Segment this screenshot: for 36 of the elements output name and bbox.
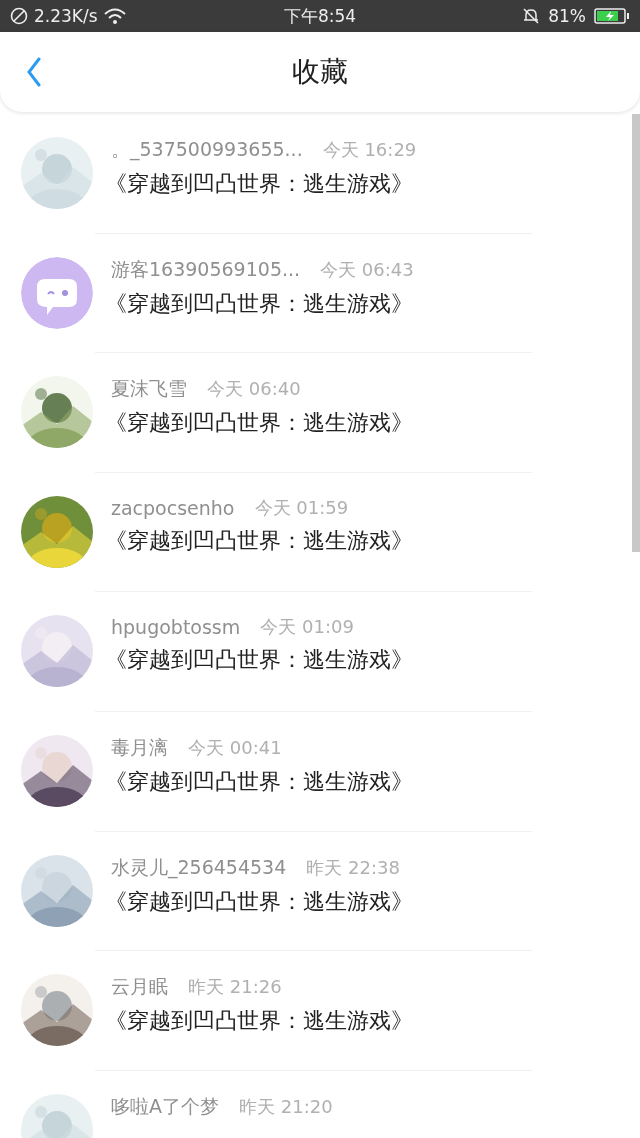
timestamp: 今天 06:43 xyxy=(320,257,414,282)
timestamp: 昨天 21:20 xyxy=(239,1094,333,1119)
book-title: 《穿越到凹凸世界：逃生游戏》 xyxy=(105,289,414,318)
book-title: 《穿越到凹凸世界：逃生游戏》 xyxy=(105,646,413,675)
book-title: 《穿越到凹凸世界：逃生游戏》 xyxy=(105,1007,413,1036)
timestamp: 今天 06:40 xyxy=(207,377,301,402)
user-name: hpugobtossm xyxy=(111,616,241,639)
timestamp: 今天 00:41 xyxy=(188,735,282,760)
bell-muted-icon xyxy=(522,7,541,25)
user-name: 。_537500993655... xyxy=(111,137,303,163)
book-title: 《穿越到凹凸世界：逃生游戏》 xyxy=(105,887,413,916)
book-title: 《穿越到凹凸世界：逃生游戏》 xyxy=(105,170,414,198)
battery-percent: 81% xyxy=(548,6,586,26)
user-name: zacpocsenho xyxy=(111,496,235,519)
user-name: 云月眠 xyxy=(111,974,168,1000)
timestamp: 昨天 21:26 xyxy=(188,975,282,1000)
battery-icon xyxy=(594,7,630,25)
clock: 下午8:54 xyxy=(283,4,357,28)
timestamp: 今天 01:59 xyxy=(254,495,349,520)
user-name: 游客16390569105... xyxy=(111,256,301,282)
user-name: 哆啦A了个梦 xyxy=(111,1093,219,1119)
timestamp: 昨天 22:38 xyxy=(306,855,400,880)
chat-bubble-icon xyxy=(21,256,93,329)
blocked-icon xyxy=(10,7,28,25)
chevron-left-icon xyxy=(26,57,42,87)
user-name: 夏沫飞雪 xyxy=(111,376,187,402)
page-title: 收藏 xyxy=(292,54,348,90)
book-title: 《穿越到凹凸世界：逃生游戏》 xyxy=(105,767,413,796)
wifi-icon xyxy=(103,7,126,25)
book-title: 《穿越到凹凸世界：逃生游戏》 xyxy=(105,526,413,555)
timestamp: 今天 01:09 xyxy=(260,615,354,640)
timestamp: 今天 16:29 xyxy=(322,138,417,162)
network-speed: 2.23K/s xyxy=(34,6,98,26)
book-title: 《穿越到凹凸世界：逃生游戏》 xyxy=(105,409,413,438)
user-name: 毒月漓 xyxy=(111,734,168,760)
user-name: 水灵儿_256454534 xyxy=(111,854,287,881)
